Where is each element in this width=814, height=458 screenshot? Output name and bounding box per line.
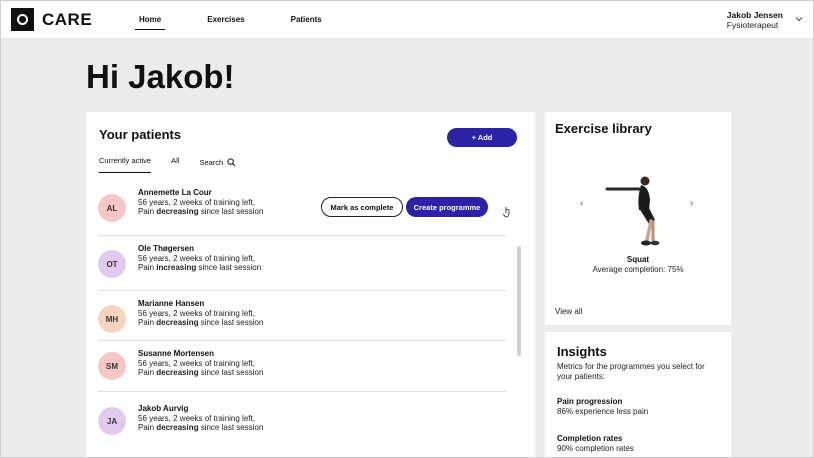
patient-details: 56 years, 2 weeks of training left, xyxy=(138,198,255,207)
patient-tabs: Currently active All Search xyxy=(99,156,236,173)
pain-status: Pain decreasing since last session xyxy=(138,207,264,216)
metric-value: 90% completion rates xyxy=(557,444,634,453)
page-greeting: Hi Jakob! xyxy=(86,58,235,95)
patient-details: 56 years, 2 weeks of training left, xyxy=(138,254,255,263)
avatar: AL xyxy=(98,194,126,222)
avatar: JA xyxy=(98,407,126,435)
chevron-down-icon[interactable] xyxy=(795,15,803,23)
patient-name: Susanne Mortensen xyxy=(138,349,215,358)
patients-title: Your patients xyxy=(99,127,182,142)
nav-item-home[interactable]: Home xyxy=(133,1,167,39)
chevron-right-icon[interactable]: › xyxy=(690,198,693,209)
divider xyxy=(98,235,506,236)
user-menu[interactable]: Jakob Jensen Fysioterapeut xyxy=(727,10,783,30)
avatar: OT xyxy=(98,250,126,278)
exercise-average-completion: Average completion: 75% xyxy=(592,265,684,274)
exercise-library-card: Exercise library ‹ › Squat Average compl… xyxy=(545,112,731,325)
logo[interactable]: CARE xyxy=(11,8,92,31)
exercise-name: Squat xyxy=(626,255,650,264)
metric-value: 86% experience less pain xyxy=(557,407,649,416)
tab-all[interactable]: All xyxy=(171,156,179,169)
patient-name: Jakob Aurvig xyxy=(138,404,189,413)
nav-item-exercises[interactable]: Exercises xyxy=(201,1,250,39)
avatar: SM xyxy=(98,352,126,380)
patient-name: Marianne Hansen xyxy=(138,299,205,308)
pain-status: Pain decreasing since last session xyxy=(138,423,264,432)
top-navigation: CARE Home Exercises Patients Jakob Jense… xyxy=(1,1,813,39)
patient-details: 56 years, 2 weeks of training left, xyxy=(138,309,255,318)
insights-card: Insights Metrics for the programmes you … xyxy=(545,332,731,457)
insights-description: Metrics for the programmes you select fo… xyxy=(557,362,705,381)
metric-title: Completion rates xyxy=(557,434,623,443)
chevron-left-icon[interactable]: ‹ xyxy=(580,198,583,209)
search-button[interactable]: Search xyxy=(199,158,236,167)
create-programme-button[interactable]: Create programme xyxy=(406,197,488,217)
add-patient-button[interactable]: + Add xyxy=(447,128,517,147)
pain-status: Pain decreasing since last session xyxy=(138,318,264,327)
exercise-library-title: Exercise library xyxy=(555,121,652,136)
tab-currently-active[interactable]: Currently active xyxy=(99,156,152,173)
logo-icon xyxy=(11,8,34,31)
main-nav: Home Exercises Patients xyxy=(133,1,362,39)
app-name: CARE xyxy=(42,9,93,29)
patient-name: Ole Thøgersen xyxy=(138,244,195,253)
avatar: MH xyxy=(98,305,126,333)
divider xyxy=(98,391,506,392)
patient-details: 56 years, 2 weeks of training left, xyxy=(138,414,255,423)
mark-complete-button[interactable]: Mark as complete xyxy=(321,197,403,217)
pain-status: Pain decreasing since last session xyxy=(138,368,264,377)
patient-details: 56 years, 2 weeks of training left, xyxy=(138,359,255,368)
view-all-link[interactable]: View all xyxy=(555,307,582,316)
search-label: Search xyxy=(199,158,224,167)
user-role: Fysioterapeut xyxy=(726,20,779,30)
patient-name: Annemette La Cour xyxy=(138,188,212,197)
insights-title: Insights xyxy=(557,344,607,359)
user-name: Jakob Jensen xyxy=(726,10,783,20)
divider xyxy=(98,340,506,341)
nav-item-patients[interactable]: Patients xyxy=(285,1,328,39)
hand-cursor-icon xyxy=(503,207,510,218)
search-icon xyxy=(227,158,236,167)
patient-row[interactable]: OT Ole Thøgersen 56 years, 2 weeks of tr… xyxy=(98,238,506,293)
squat-figure-image xyxy=(605,176,660,246)
patient-row[interactable]: JA Jakob Aurvig 56 years, 2 weeks of tra… xyxy=(98,399,506,454)
app-window: CARE Home Exercises Patients Jakob Jense… xyxy=(0,0,814,458)
patient-row[interactable]: AL Annemette La Cour 56 years, 2 weeks o… xyxy=(98,182,510,237)
pain-status: Pain increasing since last session xyxy=(138,263,262,272)
metric-title: Pain progression xyxy=(557,397,623,406)
patients-card: Your patients + Add Currently active All… xyxy=(86,112,535,457)
scrollbar[interactable] xyxy=(517,246,521,356)
divider xyxy=(98,290,506,291)
